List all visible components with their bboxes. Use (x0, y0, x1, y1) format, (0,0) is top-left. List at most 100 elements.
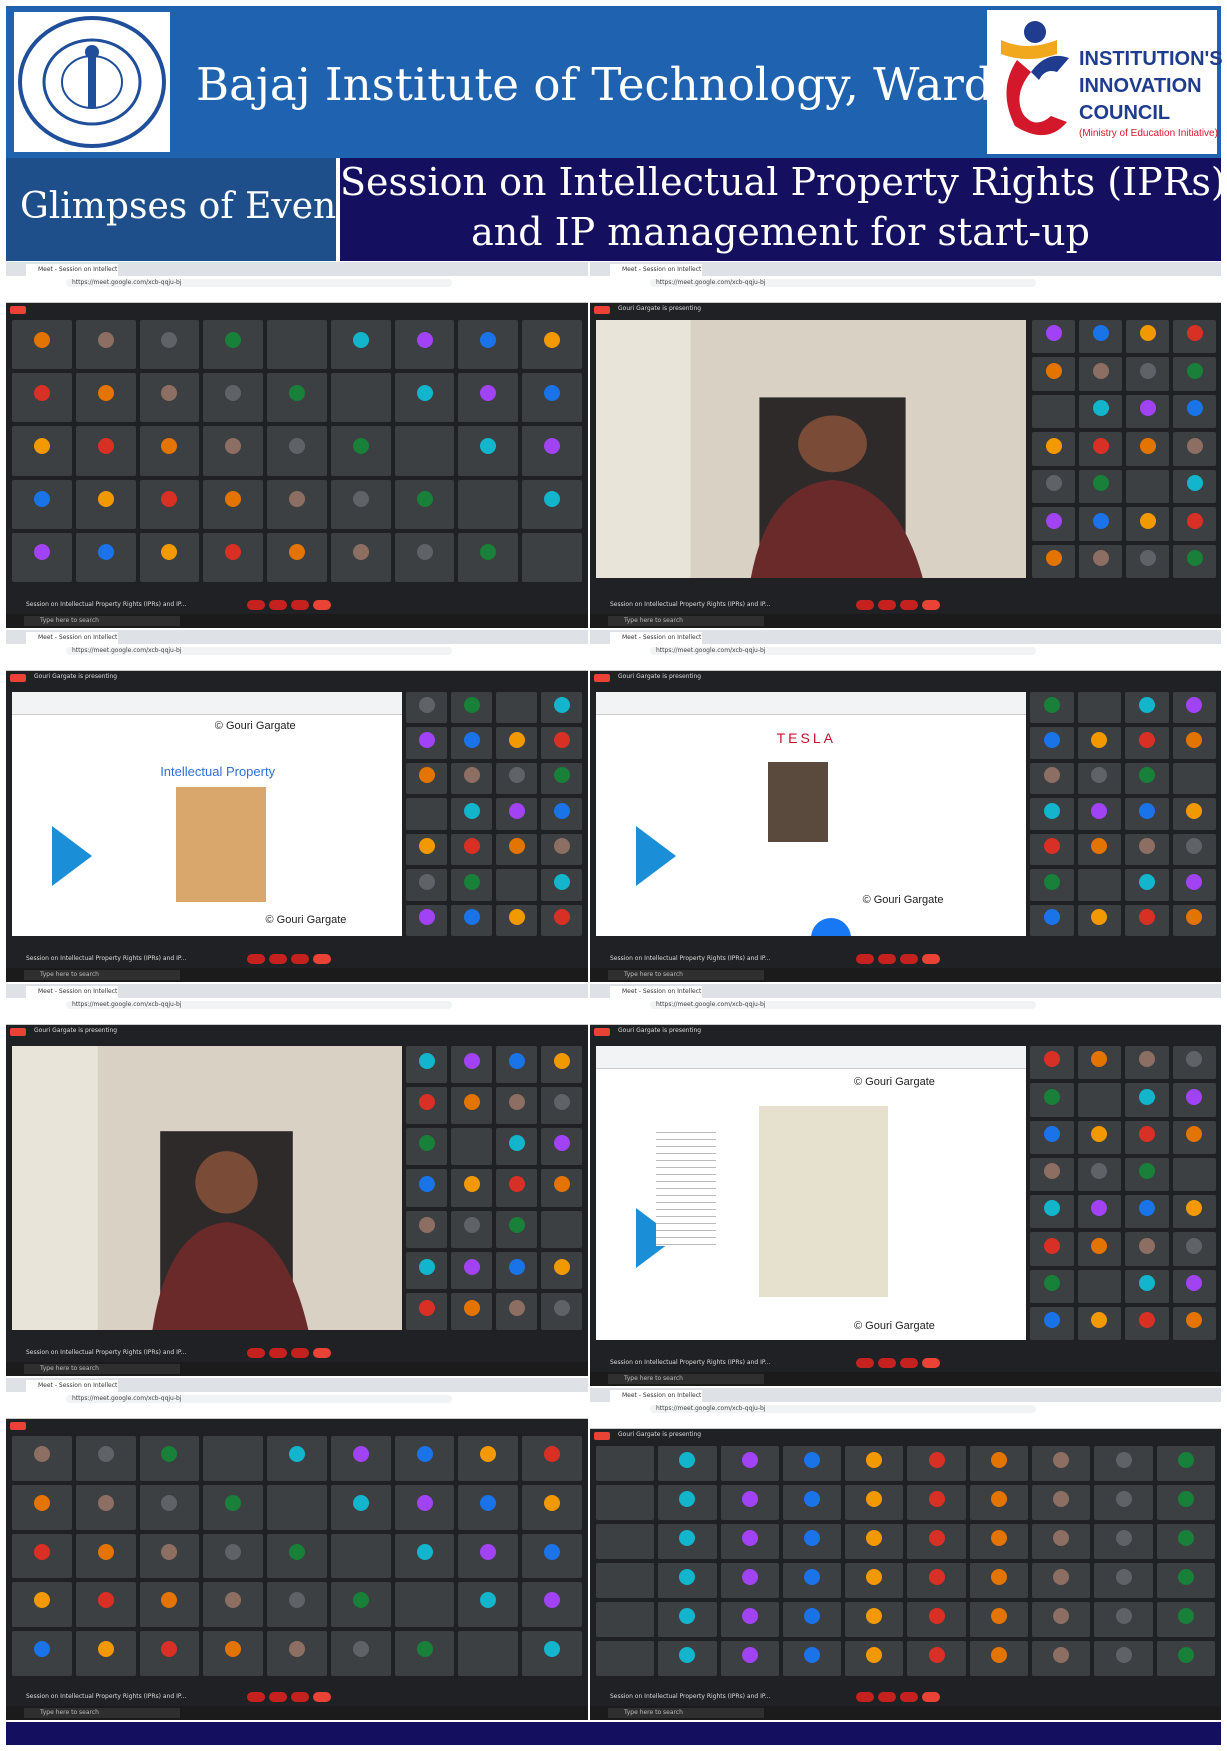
participant-tile (1126, 432, 1169, 466)
end-call-button[interactable] (921, 600, 940, 610)
participant-avatar (33, 544, 50, 561)
meet-control-button[interactable] (247, 1692, 265, 1702)
taskbar-search[interactable]: Type here to search (24, 1708, 180, 1718)
url-field[interactable]: https://meet.google.com/xcb-qqju-bj (66, 1001, 452, 1009)
participant-avatar (1092, 325, 1109, 342)
meet-control-button[interactable] (247, 1348, 265, 1358)
meet-control-button[interactable] (855, 1692, 874, 1702)
participant-avatar (1092, 475, 1109, 492)
browser-tab[interactable]: Meet - Session on Intellect (26, 986, 118, 998)
meet-control-button[interactable] (899, 600, 918, 610)
participant-tile (522, 1582, 582, 1628)
end-call-button[interactable] (313, 1692, 331, 1702)
participant-avatar (1186, 1274, 1203, 1291)
meet-control-button[interactable] (247, 954, 265, 964)
browser-tab[interactable]: Meet - Session on Intellect (26, 264, 118, 276)
taskbar-search[interactable]: Type here to search (608, 1708, 764, 1718)
url-field[interactable]: https://meet.google.com/xcb-qqju-bj (650, 1405, 1036, 1413)
participant-avatar (352, 1543, 369, 1560)
meet-control-button[interactable] (269, 1692, 287, 1702)
meet-top-bar: Gouri Gargate is presenting (6, 1025, 588, 1039)
participant-avatar (463, 909, 480, 926)
participant-avatar (741, 1647, 758, 1663)
participant-tile (458, 479, 519, 529)
participant-avatar (1186, 1312, 1203, 1329)
end-call-button[interactable] (313, 1348, 331, 1358)
windows-taskbar: Type here to search (590, 614, 1221, 628)
meet-control-button[interactable] (877, 954, 896, 964)
browser-tab[interactable]: Meet - Session on Intellect (610, 986, 702, 998)
participant-tile (658, 1524, 717, 1559)
url-field[interactable]: https://meet.google.com/xcb-qqju-bj (650, 1001, 1036, 1009)
participant-tile (1030, 1306, 1074, 1340)
meet-control-button[interactable] (291, 1348, 309, 1358)
browser-tab-bar: Meet - Session on Intellect (6, 630, 588, 644)
participant-avatar (161, 1494, 178, 1511)
browser-tab[interactable]: Meet - Session on Intellect (26, 1380, 118, 1392)
browser-tab[interactable]: Meet - Session on Intellect (610, 1390, 702, 1402)
end-call-button[interactable] (921, 1358, 940, 1368)
participant-avatar (1092, 400, 1109, 417)
url-field[interactable]: https://meet.google.com/xcb-qqju-bj (66, 1395, 452, 1403)
browser-tab[interactable]: Meet - Session on Intellect (610, 632, 702, 644)
meet-control-button[interactable] (291, 1692, 309, 1702)
meet-control-button[interactable] (899, 1358, 918, 1368)
taskbar-search[interactable]: Type here to search (608, 970, 764, 980)
url-field[interactable]: https://meet.google.com/xcb-qqju-bj (66, 279, 452, 287)
meet-control-button[interactable] (877, 1358, 896, 1368)
end-call-button[interactable] (313, 600, 331, 610)
participant-tile (1030, 1120, 1074, 1154)
browser-tab-bar: Meet - Session on Intellect (6, 262, 588, 276)
participant-avatar (1139, 437, 1156, 454)
url-field[interactable]: https://meet.google.com/xcb-qqju-bj (650, 647, 1036, 655)
participant-avatar (1139, 512, 1156, 529)
meet-control-button[interactable] (269, 600, 287, 610)
taskbar-search[interactable]: Type here to search (24, 1364, 180, 1374)
end-call-button[interactable] (921, 954, 940, 964)
url-field[interactable]: https://meet.google.com/xcb-qqju-bj (66, 647, 452, 655)
participant-grid (12, 1436, 582, 1676)
end-call-button[interactable] (313, 954, 331, 964)
participant-avatar (990, 1491, 1007, 1507)
participant-tile (1172, 904, 1216, 936)
meet-control-button[interactable] (291, 954, 309, 964)
participant-tile (1156, 1485, 1215, 1520)
meet-control-button[interactable] (899, 1692, 918, 1702)
url-field[interactable]: https://meet.google.com/xcb-qqju-bj (650, 279, 1036, 287)
participant-avatar (97, 331, 114, 348)
taskbar-search[interactable]: Type here to search (608, 616, 764, 626)
session-title-line-1: Session on Intellectual Property Rights … (340, 160, 1226, 204)
participant-tile (1030, 727, 1074, 759)
participant-tile (1156, 1563, 1215, 1598)
meet-control-button[interactable] (269, 1348, 287, 1358)
meet-control-button[interactable] (877, 1692, 896, 1702)
participant-tile (12, 373, 72, 423)
screenshot-participant-grid-3: Meet - Session on Intellect https://meet.… (590, 1388, 1221, 1720)
participant-tile (845, 1446, 904, 1481)
participant-avatar (161, 384, 178, 401)
taskbar-search[interactable]: Type here to search (608, 1374, 764, 1384)
participant-avatar (418, 1052, 435, 1069)
screenshot-participant-grid-1: Meet - Session on Intellect https://meet.… (6, 262, 588, 628)
participant-avatar (416, 1445, 433, 1462)
participant-avatar (416, 1543, 433, 1560)
browser-tab[interactable]: Meet - Session on Intellect (610, 264, 702, 276)
participant-avatar (416, 491, 433, 508)
browser-tab[interactable]: Meet - Session on Intellect (26, 632, 118, 644)
participant-avatar (97, 438, 114, 455)
participant-tile (330, 1533, 391, 1579)
meet-control-button[interactable] (877, 600, 896, 610)
participant-avatar (97, 1641, 114, 1658)
taskbar-search[interactable]: Type here to search (24, 970, 180, 980)
meet-control-button[interactable] (269, 954, 287, 964)
meet-control-button[interactable] (855, 600, 874, 610)
meet-control-button[interactable] (855, 954, 874, 964)
meeting-title: Session on Intellectual Property Rights … (610, 601, 771, 608)
participant-tile (541, 727, 582, 759)
meet-control-button[interactable] (855, 1358, 874, 1368)
taskbar-search[interactable]: Type here to search (24, 616, 180, 626)
meet-control-button[interactable] (247, 600, 265, 610)
meet-control-button[interactable] (899, 954, 918, 964)
meet-control-button[interactable] (291, 600, 309, 610)
end-call-button[interactable] (921, 1692, 940, 1702)
